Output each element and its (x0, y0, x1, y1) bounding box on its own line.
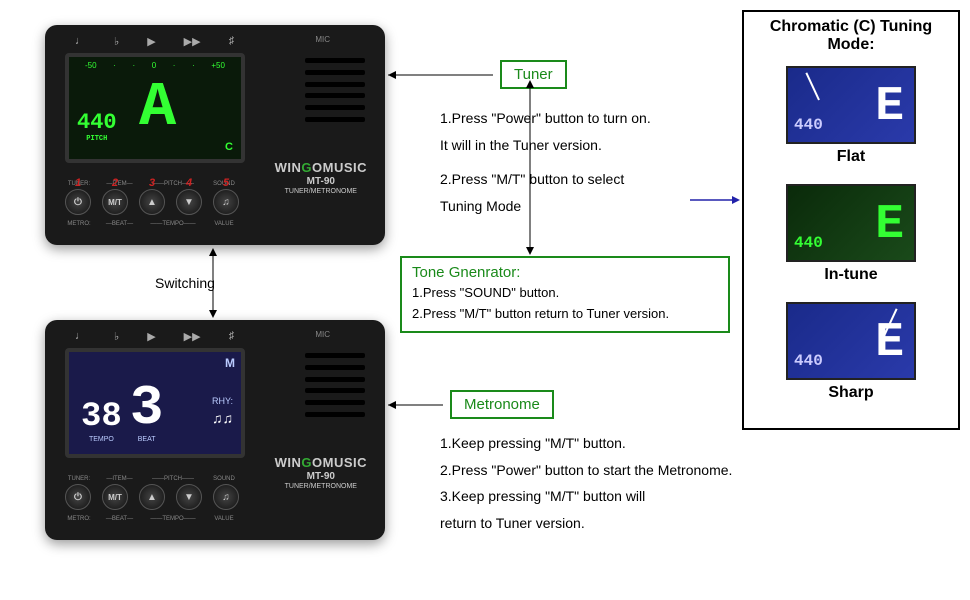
down-button[interactable]: 4▼ (176, 189, 202, 215)
note-display: A (139, 77, 176, 139)
play-icon: ▶ (147, 330, 155, 343)
tick: -50 (85, 61, 97, 70)
chromatic-flat: E 440 Flat (750, 66, 952, 166)
metronome-screen: M 38 TEMPO 3 BEAT RHY: ♫♫ (65, 348, 245, 458)
ff-icon: ▶▶ (184, 330, 201, 343)
chromatic-sharp: E 440 Sharp (750, 302, 952, 402)
top-indicator-icons: ♩ ♭ ▶ ▶▶ ♯ (75, 35, 234, 48)
mode-indicator: C (225, 141, 233, 153)
speaker-grille (305, 350, 365, 420)
arrow-metronome (388, 400, 448, 410)
play-icon: ▶ (147, 35, 155, 48)
model-label: MT-90 (275, 471, 367, 482)
sound-button[interactable]: ♫ (213, 484, 239, 510)
switching-label: Switching (155, 275, 215, 291)
mt-button[interactable]: 2M/T (102, 189, 128, 215)
metro-row-labels: METRO: —BEAT— ——TEMPO—— VALUE (61, 221, 261, 227)
arrow-tuner (388, 70, 498, 80)
brand-area: WINGOMUSIC MT-90 TUNER/METRONOME (275, 455, 367, 490)
up-button[interactable]: 3▲ (139, 189, 165, 215)
metro-indicator: M (225, 356, 235, 370)
flat-icon: ♭ (114, 330, 119, 343)
note-icon: ♩ (75, 330, 86, 343)
model-label: MT-90 (275, 176, 367, 187)
sharp-icon: ♯ (229, 35, 235, 48)
speaker-grille (305, 55, 365, 125)
tone-title: Tone Gnenrator: (412, 264, 718, 281)
power-button[interactable]: ⏻ (65, 484, 91, 510)
sharp-icon: ♯ (229, 330, 235, 343)
desc-label: TUNER/METRONOME (275, 188, 367, 195)
tuner-row-labels: TUNER: —ITEM— ——PITCH—— SOUND (61, 181, 261, 187)
sound-button[interactable]: 5♫ (213, 189, 239, 215)
top-indicator-icons: ♩ ♭ ▶ ▶▶ ♯ (75, 330, 234, 343)
metro-row-labels: METRO: —BEAT— ——TEMPO—— VALUE (61, 516, 261, 522)
tone-generator-box: Tone Gnenrator: 1.Press "SOUND" button. … (400, 256, 730, 333)
chromatic-title: Chromatic (C) Tuning Mode: (750, 18, 952, 54)
note-icon: ♩ (75, 35, 86, 48)
tick: 0 (152, 61, 156, 70)
up-button[interactable]: ▲ (139, 484, 165, 510)
beat-display: 3 BEAT (130, 380, 164, 443)
frequency-display: 440 PITCH (77, 110, 117, 143)
metronome-instructions: 1.Keep pressing "M/T" button. 2.Press "P… (440, 430, 790, 536)
desc-label: TUNER/METRONOME (275, 483, 367, 490)
flat-icon: ♭ (114, 35, 119, 48)
mic-label: MIC (315, 35, 330, 44)
tempo-display: 38 TEMPO (81, 398, 122, 443)
button-row: 1⏻ 2M/T 3▲ 4▼ 5♫ (65, 189, 239, 215)
metronome-label-box: Metronome (450, 390, 554, 419)
rhythm-notes-icon: ♫♫ (212, 410, 233, 426)
rhythm-label: RHY: (212, 396, 233, 406)
mt-button[interactable]: M/T (102, 484, 128, 510)
tick: +50 (211, 61, 225, 70)
down-button[interactable]: ▼ (176, 484, 202, 510)
tuner-screen: -50 ·· 0 ·· +50 A 440 PITCH C (65, 53, 245, 163)
mic-label: MIC (315, 330, 330, 339)
ff-icon: ▶▶ (184, 35, 201, 48)
chromatic-panel: Chromatic (C) Tuning Mode: E 440 Flat E … (742, 10, 960, 430)
power-button[interactable]: 1⏻ (65, 189, 91, 215)
tuner-row-labels: TUNER: —ITEM— ——PITCH—— SOUND (61, 476, 261, 482)
tuner-device: ♩ ♭ ▶ ▶▶ ♯ MIC -50 ·· 0 ·· +50 A 440 PIT… (45, 25, 385, 245)
brand-area: WINGOMUSIC MT-90 TUNER/METRONOME (275, 160, 367, 195)
tuner-instructions: 1.Press "Power" button to turn on. It wi… (440, 105, 720, 219)
metronome-device: ♩ ♭ ▶ ▶▶ ♯ MIC M 38 TEMPO 3 BEAT RHY: ♫♫ (45, 320, 385, 540)
chromatic-intune: E 440 In-tune (750, 184, 952, 284)
button-row: ⏻ M/T ▲ ▼ ♫ (65, 484, 239, 510)
